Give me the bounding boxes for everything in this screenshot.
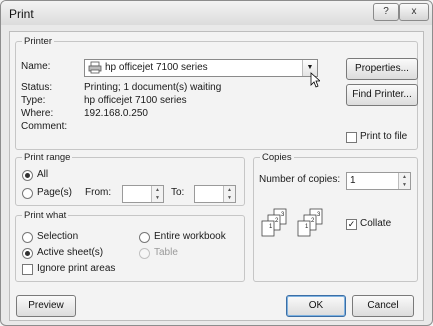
title-bar: Print ? x bbox=[1, 1, 432, 25]
where-label: Where: bbox=[21, 108, 54, 119]
dialog-body: Printer Name: hp officejet 7100 series ▼… bbox=[9, 31, 424, 321]
print-range-group-label: Print range bbox=[24, 152, 71, 163]
print-dialog: Print ? x Printer Name: hp officejet 710… bbox=[0, 0, 433, 326]
table-radio bbox=[139, 248, 150, 259]
to-spinner[interactable]: ▲ ▼ bbox=[194, 185, 236, 203]
collate-pages-icon: 3 2 1 3 2 1 bbox=[260, 207, 332, 250]
to-label: To: bbox=[171, 187, 185, 198]
mouse-pointer-icon bbox=[310, 72, 322, 91]
from-spin-buttons[interactable]: ▲ ▼ bbox=[151, 186, 163, 202]
name-label: Name: bbox=[21, 61, 51, 72]
copies-spinner[interactable]: 1 ▲ ▼ bbox=[346, 172, 411, 190]
ok-button[interactable]: OK bbox=[286, 295, 346, 317]
pages-radio[interactable] bbox=[22, 188, 33, 199]
selection-radio[interactable] bbox=[22, 232, 33, 243]
to-spin-buttons[interactable]: ▲ ▼ bbox=[223, 186, 235, 202]
type-value: hp officejet 7100 series bbox=[84, 95, 187, 106]
copies-value: 1 bbox=[350, 175, 356, 186]
copies-spin-buttons[interactable]: ▲ ▼ bbox=[398, 173, 410, 189]
properties-button[interactable]: Properties... bbox=[346, 58, 418, 80]
printer-name-select[interactable]: hp officejet 7100 series ▼ bbox=[84, 59, 318, 77]
ignore-print-areas-label: Ignore print areas bbox=[37, 263, 116, 274]
close-button[interactable]: x bbox=[399, 3, 429, 21]
collate-checkbox[interactable]: ✓ bbox=[346, 219, 357, 230]
entire-workbook-radio[interactable] bbox=[139, 232, 150, 243]
table-label: Table bbox=[154, 247, 178, 258]
print-to-file-checkbox[interactable] bbox=[346, 132, 357, 143]
preview-button[interactable]: Preview bbox=[16, 295, 76, 317]
printer-group-label: Printer bbox=[24, 36, 52, 47]
where-value: 192.168.0.250 bbox=[84, 108, 148, 119]
cancel-button[interactable]: Cancel bbox=[352, 295, 414, 317]
printer-name-value: hp officejet 7100 series bbox=[105, 62, 208, 73]
print-to-file-label: Print to file bbox=[360, 131, 408, 142]
active-sheets-label: Active sheet(s) bbox=[37, 247, 104, 258]
active-sheets-radio[interactable] bbox=[22, 248, 33, 259]
pages-label: Page(s) bbox=[37, 187, 73, 198]
type-label: Type: bbox=[21, 95, 46, 106]
all-label: All bbox=[37, 169, 49, 180]
find-printer-button[interactable]: Find Printer... bbox=[346, 84, 418, 106]
from-spinner[interactable]: ▲ ▼ bbox=[122, 185, 164, 203]
help-button[interactable]: ? bbox=[373, 3, 399, 21]
number-of-copies-label: Number of copies: bbox=[259, 174, 341, 185]
collate-label: Collate bbox=[360, 218, 392, 229]
ignore-print-areas-checkbox[interactable] bbox=[22, 264, 33, 275]
copies-group-label: Copies bbox=[262, 152, 292, 163]
printer-icon bbox=[88, 61, 102, 77]
entire-workbook-label: Entire workbook bbox=[154, 231, 226, 242]
dialog-title: Print bbox=[9, 7, 34, 21]
status-value: Printing; 1 document(s) waiting bbox=[84, 82, 222, 93]
from-label: From: bbox=[85, 187, 112, 198]
selection-label: Selection bbox=[37, 231, 79, 242]
comment-label: Comment: bbox=[21, 121, 68, 132]
print-what-group-label: Print what bbox=[24, 210, 67, 221]
status-label: Status: bbox=[21, 82, 53, 93]
all-radio[interactable] bbox=[22, 170, 33, 181]
